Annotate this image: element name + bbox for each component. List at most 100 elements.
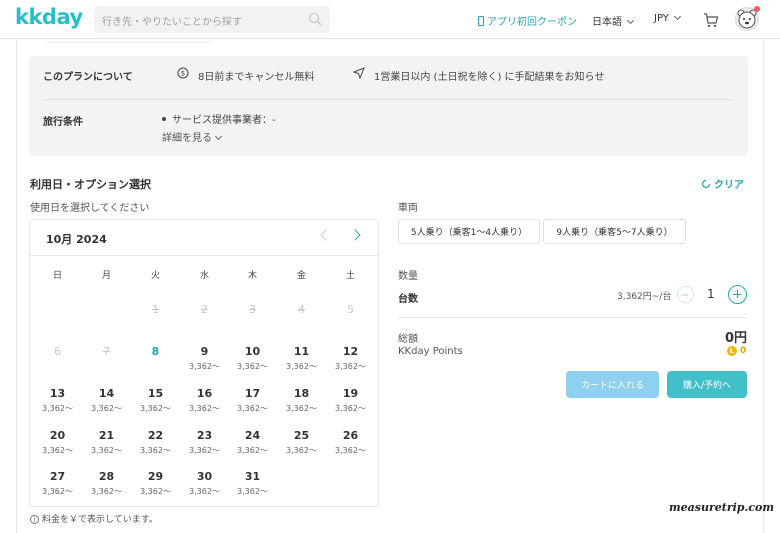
bullet-dot bbox=[162, 117, 166, 121]
card-border-right bbox=[763, 39, 764, 533]
info-divider bbox=[43, 99, 733, 100]
calendar-day[interactable]: 30 3,362～ bbox=[180, 470, 229, 497]
day-price: 3,362～ bbox=[286, 404, 317, 413]
chevron-down-icon bbox=[214, 132, 223, 141]
day-price: 3,362～ bbox=[237, 487, 268, 496]
day-price: 3,362～ bbox=[335, 446, 366, 455]
currency-note: i 料金を￥で表示しています。 bbox=[30, 512, 158, 525]
total-value: 0円 bbox=[724, 331, 747, 346]
chevron-down-icon bbox=[626, 16, 635, 25]
coin-icon: L bbox=[727, 346, 737, 356]
tab-underline bbox=[45, 42, 210, 43]
calendar-day[interactable]: 9 3,362～ bbox=[180, 345, 229, 372]
calendar-day[interactable]: 20 3,362～ bbox=[33, 429, 82, 456]
day-price: 3,362～ bbox=[189, 362, 220, 371]
add-to-cart-button[interactable]: カートに入れる bbox=[566, 371, 659, 398]
details-link[interactable]: 詳細を見る bbox=[162, 129, 223, 144]
day-number: 21 bbox=[98, 429, 115, 442]
kkday-logo[interactable]: kkday bbox=[15, 5, 83, 29]
day-number: 1 bbox=[152, 303, 159, 316]
increment-button[interactable] bbox=[728, 285, 747, 304]
calendar-day[interactable]: 19 3,362～ bbox=[326, 387, 375, 414]
weekday-thu: 木 bbox=[247, 271, 257, 281]
info-icon: i bbox=[30, 515, 39, 524]
weekday-wed: 水 bbox=[199, 271, 209, 281]
calendar-day[interactable]: 22 3,362～ bbox=[131, 429, 180, 456]
calendar-day: 2 bbox=[180, 303, 229, 316]
calendar-day[interactable]: 16 3,362～ bbox=[180, 387, 229, 414]
calendar-day[interactable]: 26 3,362～ bbox=[326, 429, 375, 456]
day-price: 3,362～ bbox=[286, 362, 317, 371]
clear-label: クリア bbox=[714, 180, 744, 191]
currency-selector[interactable]: JPY bbox=[654, 12, 681, 24]
day-number: 15 bbox=[147, 387, 164, 400]
points-value-group: L0 bbox=[727, 346, 746, 356]
vehicle-option-9seat[interactable]: 9人乗り（乗客5〜7人乗り） bbox=[543, 219, 686, 244]
day-number: 4 bbox=[298, 303, 305, 316]
search-icon[interactable] bbox=[308, 12, 322, 26]
cart-icon[interactable] bbox=[703, 12, 719, 28]
quantity-item-label: 台数 bbox=[398, 294, 418, 305]
day-price: 3,362～ bbox=[335, 404, 366, 413]
search-box[interactable]: 行き先・やりたいことから探す bbox=[94, 6, 330, 33]
notification-dot bbox=[754, 6, 760, 12]
calendar-day[interactable]: 13 3,362～ bbox=[33, 387, 82, 414]
calendar-day[interactable]: 10 3,362～ bbox=[228, 345, 277, 372]
confirmation-notice-text: 1営業日以内 (土日祝を除く) に手配結果をお知らせ bbox=[374, 72, 605, 83]
day-price: 3,362～ bbox=[42, 446, 73, 455]
calendar-day[interactable]: 23 3,362～ bbox=[180, 429, 229, 456]
currency-note-text: 料金を￥で表示しています。 bbox=[42, 515, 158, 525]
vehicle-label: 車両 bbox=[398, 203, 418, 214]
refresh-icon bbox=[701, 179, 711, 188]
points-value: 0 bbox=[740, 346, 747, 356]
day-price: 3,362～ bbox=[237, 362, 268, 371]
day-price: 3,362～ bbox=[286, 446, 317, 455]
weekday-mon: 月 bbox=[101, 271, 111, 281]
calendar-divider bbox=[30, 255, 378, 256]
weekday-fri: 金 bbox=[296, 271, 306, 281]
section-title: 利用日・オプション選択 bbox=[30, 178, 151, 191]
decrement-button[interactable] bbox=[677, 286, 694, 303]
language-label: 日本語 bbox=[592, 17, 622, 28]
clear-button[interactable]: クリア bbox=[701, 176, 744, 191]
calendar-day[interactable]: 29 3,362～ bbox=[131, 470, 180, 497]
day-number: 13 bbox=[49, 387, 66, 400]
weekday-tue: 火 bbox=[150, 271, 160, 281]
day-number: 25 bbox=[293, 429, 310, 442]
day-number: 14 bbox=[98, 387, 115, 400]
calendar-day[interactable]: 11 3,362～ bbox=[277, 345, 326, 372]
day-number: 17 bbox=[244, 387, 261, 400]
chevron-down-icon bbox=[673, 12, 681, 21]
app-coupon-link[interactable]: アプリ初回クーポン bbox=[478, 13, 577, 28]
day-price: 3,362～ bbox=[189, 487, 220, 496]
calendar-day[interactable]: 28 3,362～ bbox=[82, 470, 131, 497]
day-number: 3 bbox=[249, 303, 256, 316]
calendar-day[interactable]: 18 3,362～ bbox=[277, 387, 326, 414]
about-plan-label: このプランについて bbox=[43, 72, 133, 83]
svg-text:$: $ bbox=[181, 70, 185, 78]
language-selector[interactable]: 日本語 bbox=[592, 13, 635, 28]
calendar-day[interactable]: 14 3,362～ bbox=[82, 387, 131, 414]
day-number: 12 bbox=[342, 345, 359, 358]
date-prompt: 使用日を選択してください bbox=[30, 203, 150, 214]
book-now-button[interactable]: 購入/予約へ bbox=[667, 371, 747, 398]
phone-icon bbox=[478, 15, 484, 26]
calendar-day[interactable]: 27 3,362～ bbox=[33, 470, 82, 497]
calendar-day[interactable]: 15 3,362～ bbox=[131, 387, 180, 414]
calendar-day: 5 bbox=[326, 303, 375, 316]
calendar-day[interactable]: 21 3,362～ bbox=[82, 429, 131, 456]
quantity-label: 数量 bbox=[398, 271, 418, 282]
day-number: 8 bbox=[151, 345, 160, 358]
calendar-day[interactable]: 12 3,362～ bbox=[326, 345, 375, 372]
travel-terms-label: 旅行条件 bbox=[43, 117, 83, 128]
vehicle-option-5seat[interactable]: 5人乗り（乗客1〜4人乗り） bbox=[398, 219, 540, 244]
day-price: 3,362～ bbox=[189, 404, 220, 413]
calendar-day[interactable]: 17 3,362～ bbox=[228, 387, 277, 414]
calendar-day[interactable]: 24 3,362～ bbox=[228, 429, 277, 456]
calendar-day[interactable]: 31 3,362～ bbox=[228, 470, 277, 497]
calendar-day[interactable]: 25 3,362～ bbox=[277, 429, 326, 456]
day-number: 31 bbox=[244, 470, 261, 483]
total-label: 総額 bbox=[398, 334, 418, 345]
day-number: 5 bbox=[347, 303, 354, 316]
day-number: 19 bbox=[342, 387, 359, 400]
